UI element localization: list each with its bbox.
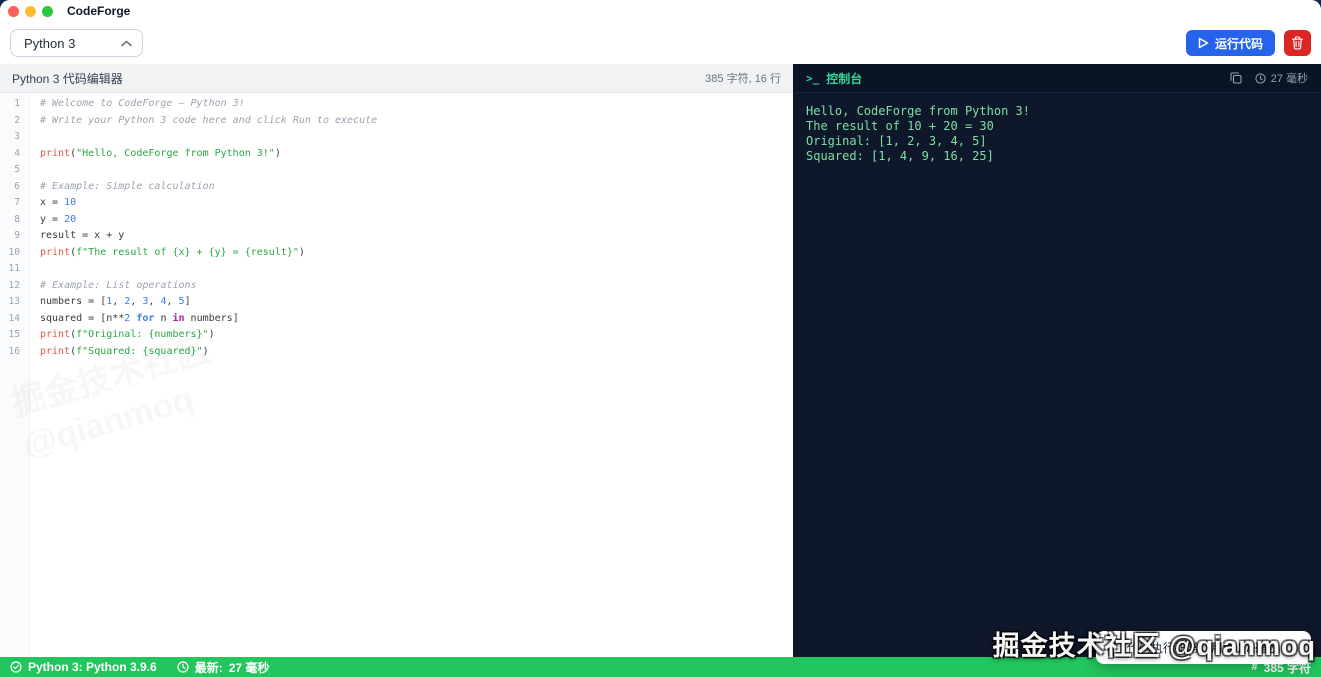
editor-header: Python 3 代码编辑器 385 字符, 16 行: [0, 64, 793, 93]
trash-icon: [1291, 36, 1304, 50]
code-line[interactable]: squared = [n**2 for n in numbers]: [40, 311, 793, 328]
language-select-value: Python 3: [24, 36, 75, 51]
play-icon: [1198, 37, 1209, 49]
editor-body: 12345678910111213141516 # Welcome to Cod…: [0, 93, 793, 657]
line-number: 12: [0, 278, 29, 295]
runtime-status: Python 3: Python 3.9.6: [10, 660, 157, 674]
execution-time-value: 27 毫秒: [1271, 70, 1308, 86]
code-line[interactable]: x = 10: [40, 195, 793, 212]
app-title: CodeForge: [67, 4, 130, 18]
console-output: Hello, CodeForge from Python 3!The resul…: [793, 93, 1321, 657]
line-number: 4: [0, 146, 29, 163]
chevron-up-icon: [121, 40, 132, 47]
code-line[interactable]: # Write your Python 3 code here and clic…: [40, 113, 793, 130]
line-number: 13: [0, 294, 29, 311]
clock-icon: [177, 661, 189, 673]
console-header: >_ 控制台 27 毫秒: [793, 64, 1321, 93]
line-number: 7: [0, 195, 29, 212]
line-number: 1: [0, 96, 29, 113]
run-code-label: 运行代码: [1215, 35, 1263, 52]
code-line[interactable]: [40, 162, 793, 179]
main-split: Python 3 代码编辑器 385 字符, 16 行 123456789101…: [0, 64, 1321, 657]
toast-close-button[interactable]: ✕: [1287, 641, 1299, 655]
code-line[interactable]: result = x + y: [40, 228, 793, 245]
code-line[interactable]: print(f"Original: {numbers}"): [40, 327, 793, 344]
line-number: 5: [0, 162, 29, 179]
line-number-gutter: 12345678910111213141516: [0, 93, 30, 657]
copy-icon: [1230, 72, 1242, 84]
line-number: 11: [0, 261, 29, 278]
window-controls: [8, 6, 53, 17]
code-line[interactable]: # Example: List operations: [40, 278, 793, 295]
toolbar: Python 3 运行代码: [0, 22, 1321, 64]
line-number: 9: [0, 228, 29, 245]
code-line[interactable]: print(f"Squared: {squared}"): [40, 344, 793, 361]
toolbar-actions: 运行代码: [1186, 30, 1311, 56]
line-number: 16: [0, 344, 29, 361]
line-number: 2: [0, 113, 29, 130]
code-line[interactable]: # Example: Simple calculation: [40, 179, 793, 196]
code-editor[interactable]: # Welcome to CodeForge — Python 3!# Writ…: [30, 93, 793, 657]
toast-message: 代码执行正常，用时 27 毫秒: [1127, 639, 1279, 656]
console-output-line: The result of 10 + 20 = 30: [806, 119, 1308, 134]
editor-pane: Python 3 代码编辑器 385 字符, 16 行 123456789101…: [0, 64, 793, 657]
check-circle-icon: [10, 661, 22, 673]
console-output-line: Hello, CodeForge from Python 3!: [806, 104, 1308, 119]
console-output-line: Original: [1, 2, 3, 4, 5]: [806, 134, 1308, 149]
runtime-label: Python 3: Python 3.9.6: [28, 660, 157, 674]
execution-time: 27 毫秒: [1255, 70, 1308, 86]
code-line[interactable]: numbers = [1, 2, 3, 4, 5]: [40, 294, 793, 311]
code-line[interactable]: [40, 129, 793, 146]
code-line[interactable]: print("Hello, CodeForge from Python 3!"): [40, 146, 793, 163]
clear-code-button[interactable]: [1284, 30, 1311, 56]
line-number: 8: [0, 212, 29, 229]
minimize-window-button[interactable]: [25, 6, 36, 17]
line-number: 14: [0, 311, 29, 328]
editor-stats: 385 字符, 16 行: [705, 70, 781, 86]
app-window: CodeForge Python 3 运行代码: [0, 0, 1321, 677]
console-output-line: Squared: [1, 4, 9, 16, 25]: [806, 149, 1308, 164]
title-bar: CodeForge: [0, 0, 1321, 22]
line-number: 10: [0, 245, 29, 262]
terminal-prompt-icon: >_: [806, 72, 819, 85]
latest-run-status: 最新: 27 毫秒: [177, 659, 270, 676]
latest-value: 27 毫秒: [229, 659, 270, 676]
clock-icon: [1255, 73, 1266, 84]
copy-output-button[interactable]: [1230, 72, 1242, 84]
code-line[interactable]: [40, 261, 793, 278]
close-window-button[interactable]: [8, 6, 19, 17]
language-select[interactable]: Python 3: [10, 29, 143, 57]
code-line[interactable]: # Welcome to CodeForge — Python 3!: [40, 96, 793, 113]
editor-title: Python 3 代码编辑器: [12, 70, 123, 87]
success-toast: ✓ 代码执行正常，用时 27 毫秒 ✕: [1096, 631, 1311, 664]
zoom-window-button[interactable]: [42, 6, 53, 17]
code-line[interactable]: y = 20: [40, 212, 793, 229]
code-line[interactable]: print(f"The result of {x} + {y} = {resul…: [40, 245, 793, 262]
console-pane: >_ 控制台 27 毫秒: [793, 64, 1321, 657]
console-title: 控制台: [826, 70, 862, 87]
line-number: 6: [0, 179, 29, 196]
line-number: 3: [0, 129, 29, 146]
line-number: 15: [0, 327, 29, 344]
latest-label: 最新:: [195, 659, 223, 676]
run-code-button[interactable]: 运行代码: [1186, 30, 1275, 56]
check-icon: ✓: [1108, 640, 1119, 656]
